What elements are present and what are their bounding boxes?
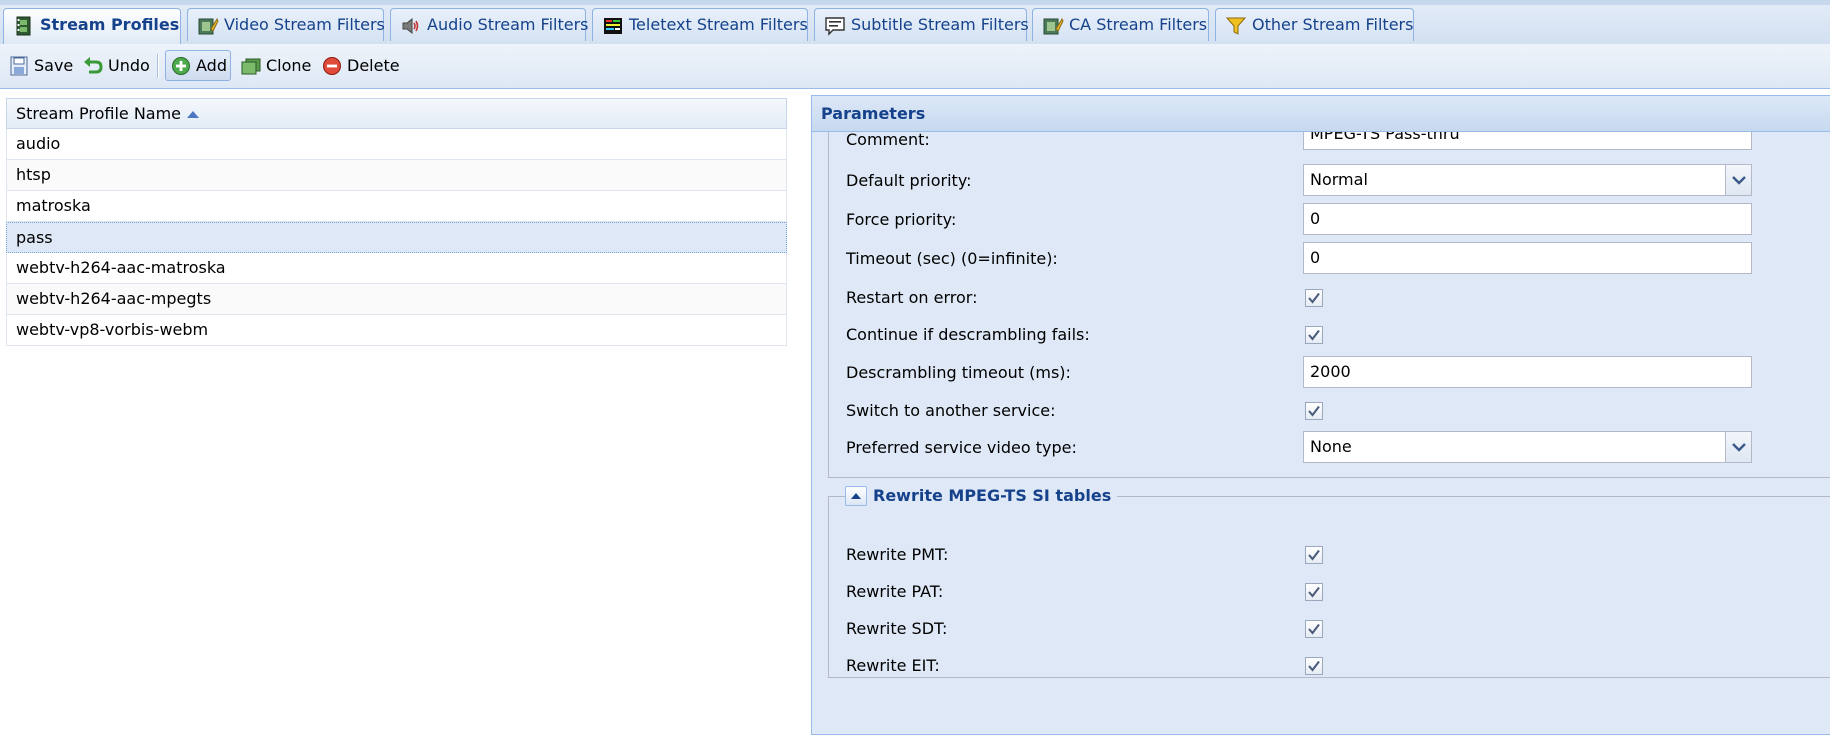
tab-audio-stream-filters[interactable]: Audio Stream Filters	[390, 8, 589, 41]
rewrite-sdt-checkbox[interactable]	[1305, 620, 1323, 638]
film-profile-icon	[16, 16, 31, 36]
delete-icon	[323, 57, 341, 75]
sort-ascending-icon	[187, 111, 200, 118]
undo-button[interactable]: Undo	[77, 50, 151, 81]
collapse-button[interactable]	[845, 485, 867, 506]
preferred-video-type-select[interactable]: None	[1303, 431, 1752, 463]
table-row[interactable]: audio	[6, 129, 787, 160]
tab-label: Other Stream Filters	[1252, 15, 1414, 34]
tab-label: Audio Stream Filters	[427, 15, 589, 34]
speaker-icon	[402, 17, 419, 35]
default-priority-select[interactable]: Normal	[1303, 164, 1752, 196]
column-header-stream-profile-name[interactable]: Stream Profile Name	[6, 98, 787, 129]
rewrite-pmt-checkbox[interactable]	[1305, 546, 1323, 564]
tab-teletext-stream-filters[interactable]: Teletext Stream Filters	[592, 8, 808, 41]
force-priority-label: Force priority:	[846, 210, 957, 229]
tab-label: Stream Profiles	[40, 15, 180, 34]
tab-ca-stream-filters[interactable]: CA Stream Filters	[1032, 8, 1209, 41]
dropdown-trigger[interactable]	[1725, 432, 1751, 462]
default-priority-label: Default priority:	[846, 171, 972, 190]
chevron-down-icon	[1732, 176, 1746, 185]
timeout-label: Timeout (sec) (0=infinite):	[846, 249, 1058, 268]
tab-label: CA Stream Filters	[1069, 15, 1208, 34]
add-icon	[172, 57, 190, 75]
rewrite-sdt-label: Rewrite SDT:	[846, 619, 948, 638]
tab-stream-profiles[interactable]: Stream Profiles	[3, 8, 181, 44]
tab-label: Subtitle Stream Filters	[851, 15, 1029, 34]
comment-field[interactable]: MPEG-TS Pass-thru	[1303, 132, 1752, 150]
stream-profile-grid: Stream Profile Name audio htsp matroska …	[6, 98, 787, 346]
checkmark-icon	[1308, 623, 1320, 635]
force-priority-field[interactable]: 0	[1303, 203, 1752, 235]
rewrite-eit-label: Rewrite EIT:	[846, 656, 940, 675]
rewrite-pmt-label: Rewrite PMT:	[846, 545, 949, 564]
rewrite-pat-label: Rewrite PAT:	[846, 582, 944, 601]
descrambling-timeout-label: Descrambling timeout (ms):	[846, 363, 1071, 382]
continue-descrambling-checkbox[interactable]	[1305, 326, 1323, 344]
tab-video-stream-filters[interactable]: Video Stream Filters	[187, 8, 385, 41]
continue-descrambling-label: Continue if descrambling fails:	[846, 325, 1090, 344]
restart-on-error-label: Restart on error:	[846, 288, 978, 307]
restart-on-error-checkbox[interactable]	[1305, 289, 1323, 307]
checkmark-icon	[1308, 660, 1320, 672]
rewrite-fieldset	[828, 496, 1830, 678]
chevron-down-icon	[1732, 443, 1746, 452]
table-row[interactable]: webtv-h264-aac-mpegts	[6, 284, 787, 315]
undo-icon	[84, 57, 103, 74]
table-row[interactable]: htsp	[6, 160, 787, 191]
comment-label: Comment:	[846, 132, 930, 149]
checkmark-icon	[1308, 405, 1320, 417]
chevron-up-icon	[851, 492, 861, 499]
preferred-video-type-label: Preferred service video type:	[846, 438, 1077, 457]
subtitle-icon	[825, 17, 845, 36]
tab-other-stream-filters[interactable]: Other Stream Filters	[1215, 8, 1414, 41]
delete-button[interactable]: Delete	[316, 50, 401, 81]
parameters-form[interactable]: Comment: MPEG-TS Pass-thru Default prior…	[812, 132, 1830, 734]
descrambling-timeout-field[interactable]: 2000	[1303, 356, 1752, 388]
checkmark-icon	[1308, 586, 1320, 598]
add-button[interactable]: Add	[165, 50, 231, 81]
checkmark-icon	[1308, 292, 1320, 304]
table-row[interactable]: webtv-vp8-vorbis-webm	[6, 315, 787, 346]
funnel-icon	[1225, 17, 1247, 35]
timeout-field[interactable]: 0	[1303, 242, 1752, 274]
panel-title: Parameters	[812, 96, 1830, 132]
rewrite-pat-checkbox[interactable]	[1305, 583, 1323, 601]
clone-icon	[241, 58, 261, 75]
toolbar: Save Undo Add Clone Delete	[0, 44, 1830, 89]
save-button[interactable]: Save	[3, 50, 74, 81]
tab-label: Teletext Stream Filters	[629, 15, 808, 34]
tab-subtitle-stream-filters[interactable]: Subtitle Stream Filters	[814, 8, 1029, 41]
checkmark-icon	[1308, 549, 1320, 561]
tab-bar: Stream Profiles Video Stream Filters Aud…	[0, 5, 1830, 45]
tab-label: Video Stream Filters	[224, 15, 385, 34]
table-row-selected[interactable]: pass	[6, 222, 787, 253]
toolbar-separator	[157, 54, 159, 78]
teletext-icon	[604, 18, 622, 34]
save-icon	[10, 56, 28, 76]
switch-service-label: Switch to another service:	[846, 401, 1056, 420]
parameters-panel: Parameters Comment: MPEG-TS Pass-thru De…	[811, 95, 1830, 735]
table-row[interactable]: webtv-h264-aac-matroska	[6, 253, 787, 284]
checkmark-icon	[1308, 329, 1320, 341]
ca-filter-icon	[1043, 17, 1064, 35]
table-row[interactable]: matroska	[6, 191, 787, 222]
video-filter-icon	[198, 17, 219, 35]
switch-service-checkbox[interactable]	[1305, 402, 1323, 420]
rewrite-eit-checkbox[interactable]	[1305, 657, 1323, 675]
rewrite-fieldset-legend[interactable]: Rewrite MPEG-TS SI tables	[845, 484, 1118, 508]
dropdown-trigger[interactable]	[1725, 165, 1751, 195]
clone-button[interactable]: Clone	[235, 50, 312, 81]
